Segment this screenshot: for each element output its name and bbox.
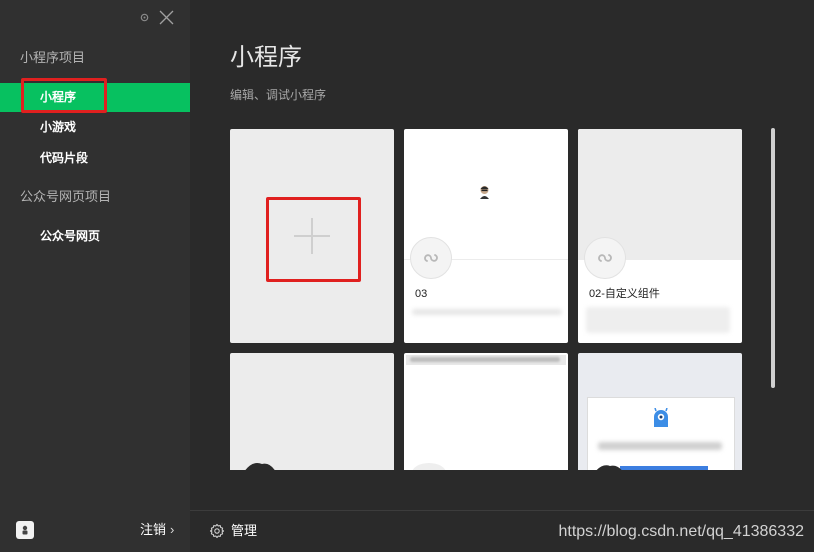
project-name: 03 [415,288,428,300]
user-avatar-icon[interactable] [16,521,34,539]
sidebar: 小程序项目 小程序 小游戏 代码片段 公众号网页项目 公众号网页 注销 › [0,0,190,552]
thumbnail-text-blurred [410,357,560,362]
scrollbar[interactable] [771,128,775,388]
project-card[interactable] [578,353,742,470]
project-card[interactable] [230,353,394,470]
gear-icon [209,523,225,539]
manage-button[interactable]: 管理 [209,522,257,540]
sidebar-item-minigame[interactable]: 小游戏 [0,113,190,142]
miniprogram-logo-icon [410,237,452,279]
project-card[interactable]: 02-自定义组件 [578,129,742,343]
sidebar-item-web[interactable]: 公众号网页 [0,222,190,251]
thumbnail-text-blurred [598,442,722,450]
group-label-web: 公众号网页项目 [20,189,112,204]
watermark-url: https://blog.csdn.net/qq_41386332 [558,523,804,540]
chevron-right-icon: › [170,522,175,537]
thumbnail-button [620,466,708,470]
footer-divider [190,510,814,511]
miniprogram-logo-icon [412,463,446,470]
project-card[interactable] [404,353,568,470]
close-icon[interactable] [158,9,175,26]
avatar-image-icon [245,463,275,470]
project-card[interactable]: 03 [404,129,568,343]
group-label-miniprogram: 小程序项目 [20,50,86,65]
sidebar-item-code-snippets[interactable]: 代码片段 [0,144,190,173]
project-thumbnail [587,397,735,470]
logout-button[interactable]: 注销 › [140,521,174,539]
monster-icon [654,408,668,427]
project-name: 02-自定义组件 [589,288,660,300]
project-grid: 03 02-自定义组件 [230,129,742,470]
avatar-image-icon [596,465,622,470]
page-subtitle: 编辑、调试小程序 [230,88,327,102]
new-project-card[interactable] [230,129,394,343]
project-path-blurred [412,309,562,315]
miniprogram-logo-icon [584,237,626,279]
sidebar-item-miniprogram[interactable]: 小程序 [0,83,190,112]
manage-label: 管理 [231,523,258,538]
project-path-blurred [586,307,730,333]
gear-icon[interactable] [139,12,150,23]
plus-icon [294,218,330,254]
logout-label: 注销 [140,522,167,537]
avatar-image-icon [480,186,489,199]
page-title: 小程序 [230,44,302,71]
